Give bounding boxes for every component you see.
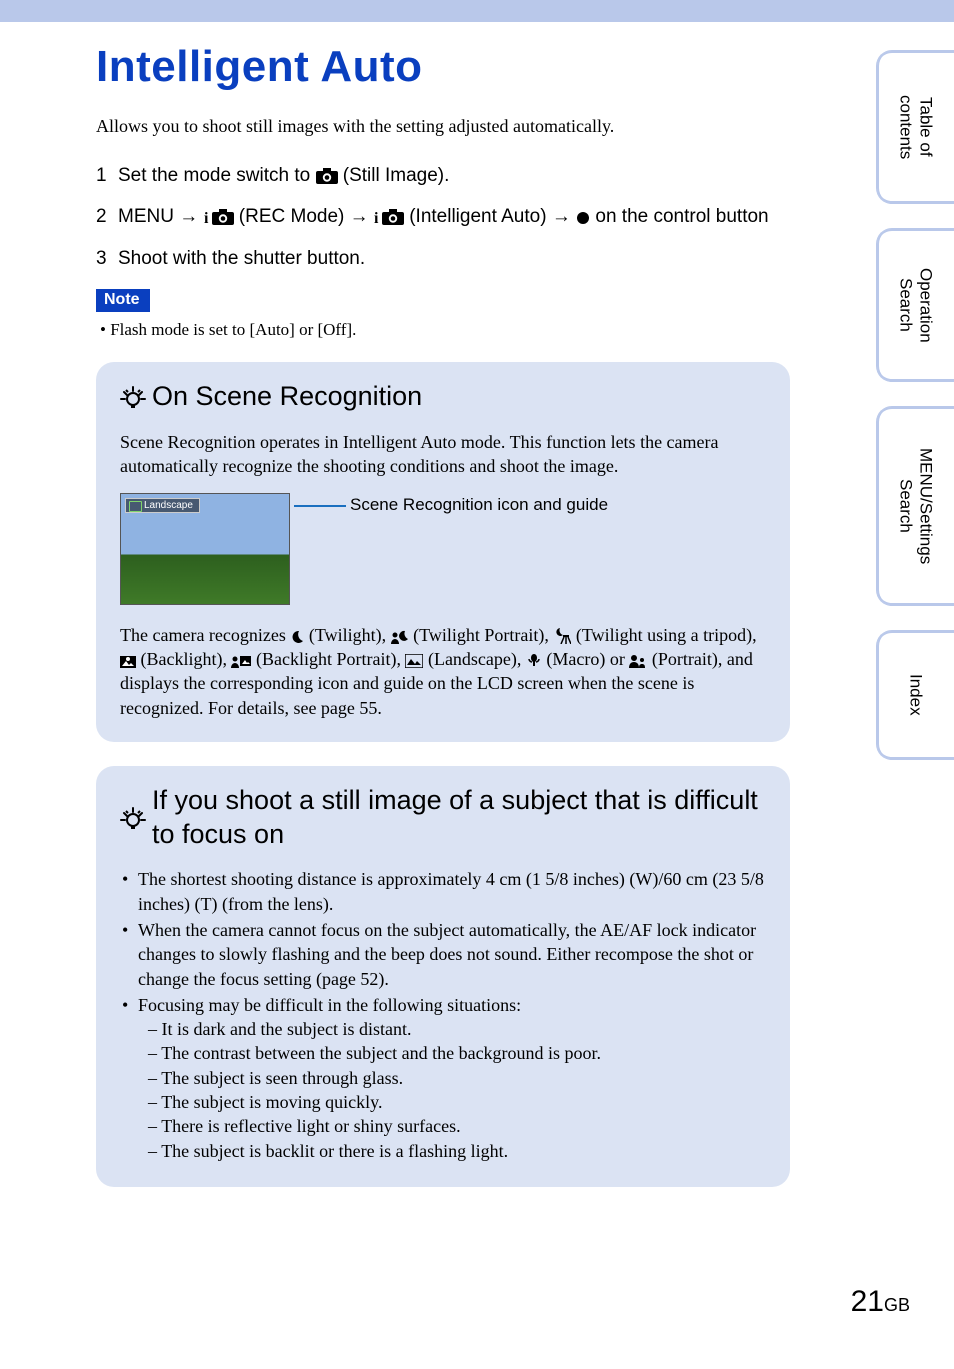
step-1-text-b: (Still Image). [343,165,450,186]
tab-operation-search[interactable]: OperationSearch [876,228,954,382]
header-bar [0,0,954,22]
callout-text: Scene Recognition icon and guide [350,493,608,515]
page-title: Intelligent Auto [96,42,790,92]
scene-thumb-label: Landscape [125,498,200,513]
t-twilight: (Twilight), [304,625,390,645]
step-2-text-b: (REC Mode) [239,206,350,227]
tab-label: OperationSearch [896,268,936,343]
note-text: Flash mode is set to [Auto] or [Off]. [96,320,790,340]
dot-icon [576,211,590,225]
tab-label: Table ofcontents [896,95,936,159]
step-1-text-a: Set the mode switch to [118,165,316,186]
svg-text:i: i [204,210,209,225]
page-number-suffix: GB [884,1295,910,1315]
portrait-icon [629,654,647,668]
camera-icon [316,168,338,184]
step-2-text-a: MENU [118,206,179,227]
focus-li1: The shortest shooting distance is approx… [120,867,766,916]
panel1-heading: On Scene Recognition [120,380,766,414]
t-backport: (Backlight Portrait), [251,649,405,669]
step-2-text-c: (Intelligent Auto) [409,206,552,227]
sub3: The subject is seen through glass. [148,1066,766,1090]
sub4: The subject is moving quickly. [148,1090,766,1114]
panel1-heading-text: On Scene Recognition [152,380,766,414]
note-label: Note [96,289,150,312]
steps-list: Set the mode switch to (Still Image). ME… [96,161,790,273]
focus-sublist: It is dark and the subject is distant. T… [138,1017,766,1163]
p2-a: The camera recognizes [120,625,290,645]
panel1-p2: The camera recognizes (Twilight), (Twili… [120,623,766,720]
callout-line [294,505,346,519]
svg-text:i: i [374,210,379,225]
step-1: Set the mode switch to (Still Image). [96,161,790,190]
tab-table-of-contents[interactable]: Table ofcontents [876,50,954,204]
step-2: MENU → i (REC Mode) → i (Intelligent Aut… [96,202,790,231]
macro-icon [526,652,542,668]
sub6: The subject is backlit or there is a fla… [148,1139,766,1163]
sub1: It is dark and the subject is distant. [148,1017,766,1041]
hint-bulb-icon [120,386,146,412]
backlight-portrait-icon [231,654,251,668]
panel-scene-recognition: On Scene Recognition Scene Recognition o… [96,362,790,742]
i-camera-icon: i [374,209,404,225]
tab-menu-settings-search[interactable]: MENU/SettingsSearch [876,406,954,606]
t-macro: (Macro) or [542,649,629,669]
step-2-text-d: on the control button [595,206,768,227]
twilight-tripod-icon [553,628,571,644]
t-twport: (Twilight Portrait), [409,625,554,645]
step-3: Shoot with the shutter button. [96,244,790,273]
panel-focus-difficult: If you shoot a still image of a subject … [96,766,790,1187]
panel2-heading: If you shoot a still image of a subject … [120,784,766,852]
arrow-icon: → [552,206,571,227]
focus-li3: Focusing may be difficult in the followi… [120,993,766,1163]
scene-thumbnail: Landscape [120,493,290,605]
focus-li2: When the camera cannot focus on the subj… [120,918,766,991]
page-number-value: 21 [851,1285,884,1318]
side-tabs: Table ofcontents OperationSearch MENU/Se… [876,50,954,760]
sub5: There is reflective light or shiny surfa… [148,1114,766,1138]
page-number: 21GB [851,1285,910,1319]
i-camera-icon: i [204,209,234,225]
sub2: The contrast between the subject and the… [148,1041,766,1065]
focus-list: The shortest shooting distance is approx… [120,867,766,1163]
hint-bulb-icon [120,807,146,833]
t-twtripod: (Twilight using a tripod), [571,625,756,645]
focus-li3-text: Focusing may be difficult in the followi… [138,995,521,1015]
scene-thumb-row: Landscape Scene Recognition icon and gui… [120,493,766,605]
backlight-icon [120,654,136,668]
t-back: (Backlight), [136,649,231,669]
panel1-p1: Scene Recognition operates in Intelligen… [120,430,766,479]
twilight-icon [290,630,304,644]
t-land: (Landscape), [423,649,525,669]
arrow-icon: → [179,206,198,227]
panel2-heading-text: If you shoot a still image of a subject … [152,784,766,852]
tab-index[interactable]: Index [876,630,954,760]
intro-text: Allows you to shoot still images with th… [96,116,790,137]
twilight-portrait-icon [391,630,409,644]
tab-label: Index [906,674,926,716]
landscape-icon [405,654,423,668]
tab-label: MENU/SettingsSearch [896,448,936,564]
arrow-icon: → [350,206,369,227]
main-content: Intelligent Auto Allows you to shoot sti… [0,22,830,1187]
